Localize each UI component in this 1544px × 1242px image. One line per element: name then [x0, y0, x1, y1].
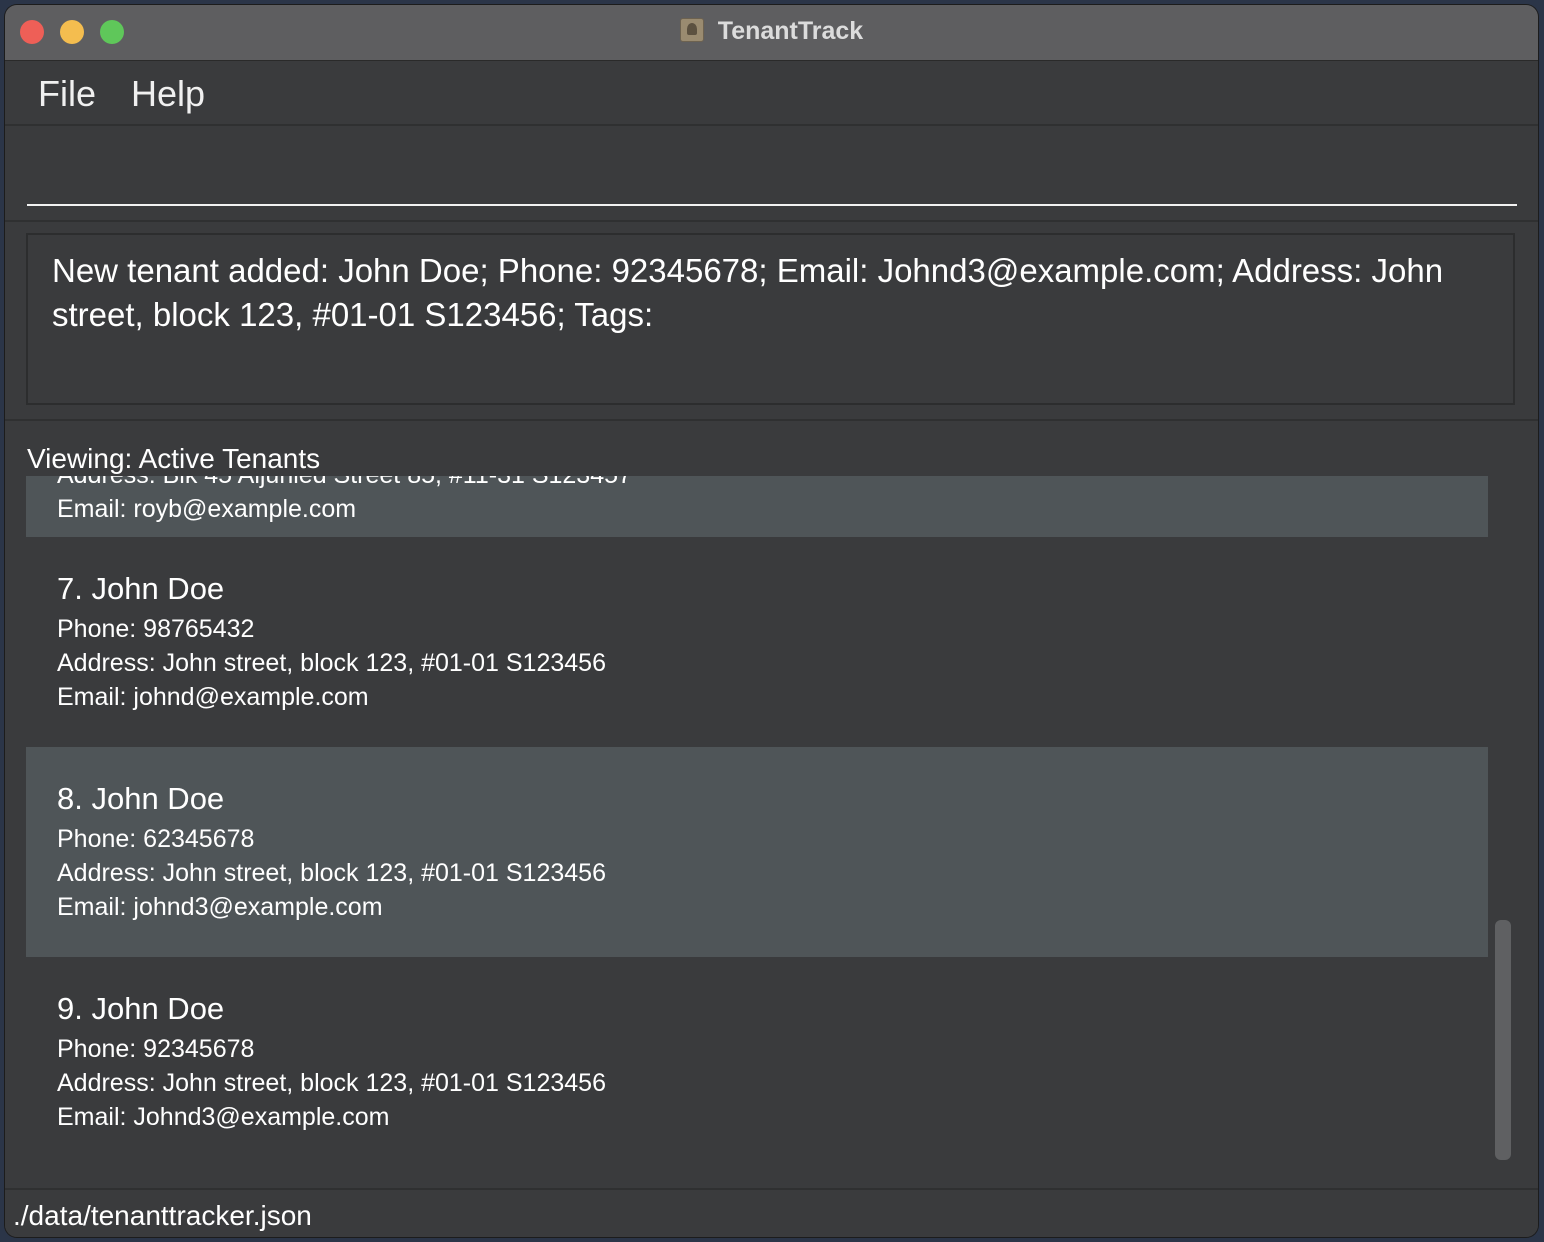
tenant-phone: Phone: 98765432	[57, 615, 255, 643]
result-display: New tenant added: John Doe; Phone: 92345…	[26, 233, 1515, 405]
tenant-email: Email: johnd3@example.com	[57, 893, 383, 921]
result-message: New tenant added: John Doe; Phone: 92345…	[52, 252, 1444, 333]
divider	[5, 419, 1538, 421]
scrollbar-thumb[interactable]	[1495, 920, 1511, 1160]
tenant-list[interactable]: Address: Blk 45 Aljunied Street 85, #11-…	[26, 476, 1488, 1167]
command-box	[5, 126, 1538, 222]
tenant-phone: Phone: 92345678	[57, 1035, 255, 1063]
tenant-email: Email: royb@example.com	[57, 495, 357, 523]
window-title: TenantTrack	[717, 17, 864, 45]
tenant-address: Address: John street, block 123, #01-01 …	[57, 859, 606, 887]
tenant-name: 7. John Doe	[57, 571, 225, 606]
menu-help[interactable]: Help	[131, 73, 205, 115]
tenant-address: Address: John street, block 123, #01-01 …	[57, 649, 606, 677]
tenant-address: Address: Blk 45 Aljunied Street 85, #11-…	[57, 476, 632, 490]
list-item[interactable]: 8. John Doe Phone: 62345678 Address: Joh…	[26, 747, 1488, 957]
tenant-name: 9. John Doe	[57, 991, 225, 1026]
list-item[interactable]: 7. John Doe Phone: 98765432 Address: Joh…	[26, 537, 1488, 747]
tenant-name: 8. John Doe	[57, 781, 225, 816]
data-file-path: ./data/tenanttracker.json	[13, 1200, 312, 1231]
tenant-email: Email: Johnd3@example.com	[57, 1103, 390, 1131]
command-input[interactable]	[27, 126, 1517, 206]
tenant-email: Email: johnd@example.com	[57, 683, 369, 711]
menu-file[interactable]: File	[38, 73, 96, 115]
app-window: TenantTrack File Help New tenant added: …	[5, 5, 1538, 1237]
list-scrollbar[interactable]	[1489, 476, 1517, 1167]
list-item[interactable]: 9. John Doe Phone: 92345678 Address: Joh…	[26, 957, 1488, 1167]
menu-bar: File Help	[5, 61, 1538, 126]
list-heading: Viewing: Active Tenants	[27, 443, 321, 474]
tenant-phone: Phone: 62345678	[57, 825, 255, 853]
status-bar: ./data/tenanttracker.json	[5, 1188, 1538, 1237]
app-icon	[679, 18, 704, 42]
tenant-address: Address: John street, block 123, #01-01 …	[57, 1069, 606, 1097]
list-item[interactable]: Address: Blk 45 Aljunied Street 85, #11-…	[26, 476, 1488, 537]
title-bar: TenantTrack	[5, 5, 1538, 61]
window-title-group: TenantTrack	[5, 17, 1538, 46]
